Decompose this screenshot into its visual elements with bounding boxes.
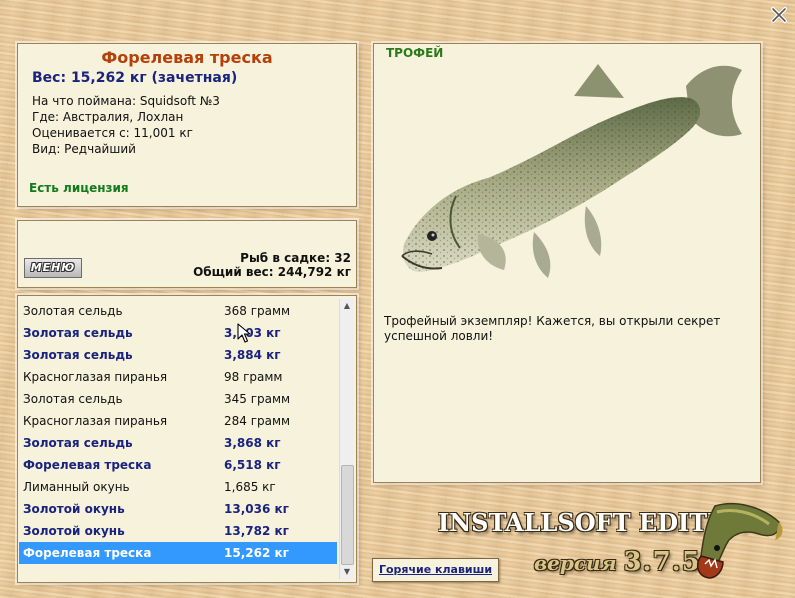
- total-weight: Общий вес: 244,792 кг: [193, 265, 351, 279]
- list-item[interactable]: Форелевая треска 6,518 кг: [19, 454, 337, 476]
- list-item-weight: 368 грамм: [224, 304, 291, 318]
- list-item-name: Золотой окунь: [23, 524, 125, 538]
- catch-list: Золотая сельдь 368 грамм Золотая сельдь 3,…: [19, 300, 337, 564]
- list-item[interactable]: Красноглазая пиранья 284 грамм: [19, 410, 337, 432]
- list-item[interactable]: Золотая сельдь 3,884 кг: [19, 344, 337, 366]
- caught-on-text: На что поймана: Squidsoft №3: [32, 94, 220, 108]
- close-icon: [771, 7, 787, 23]
- list-item-weight: 1,685 кг: [224, 480, 276, 494]
- list-item[interactable]: Золотая сельдь 345 грамм: [19, 388, 337, 410]
- list-item-name: Золотая сельдь: [23, 348, 133, 362]
- list-item-name: Лиманный окунь: [23, 480, 130, 494]
- list-item[interactable]: Золотой окунь 13,782 кг: [19, 520, 337, 542]
- menu-button[interactable]: МЕНЮ: [24, 258, 82, 278]
- list-item-weight: 15,262 кг: [224, 546, 289, 560]
- list-item-weight: 6,518 кг: [224, 458, 281, 472]
- list-item-weight: 98 грамм: [224, 370, 283, 384]
- list-item-weight: 13,782 кг: [224, 524, 289, 538]
- list-item-name: Золотая сельдь: [23, 304, 123, 318]
- version-label: версия 3.7.5: [534, 547, 701, 577]
- list-item[interactable]: Золотая сельдь 3,603 кг: [19, 322, 337, 344]
- scroll-down-arrow-icon[interactable]: ▼: [340, 565, 354, 579]
- list-item-selected[interactable]: Форелевая треска 15,262 кг: [19, 542, 337, 564]
- list-item[interactable]: Золотой окунь 13,036 кг: [19, 498, 337, 520]
- fish-name: Форелевая треска: [101, 48, 273, 67]
- list-item-weight: 284 грамм: [224, 414, 291, 428]
- fish-info-panel: Форелевая треска Вес: 15,262 кг (зачетна…: [17, 43, 357, 207]
- list-item-name: Форелевая треска: [23, 546, 152, 560]
- list-item-name: Красноглазая пиранья: [23, 414, 168, 428]
- hotkeys-button[interactable]: Горячие клавиши: [372, 558, 499, 582]
- scroll-up-arrow-icon[interactable]: ▲: [340, 299, 354, 313]
- trophy-panel: ТРОФЕЙ Трофейный экземпляр! Кажется, вы …: [373, 43, 761, 483]
- trophy-fish-image: [401, 64, 742, 278]
- cage-stats-panel: МЕНЮ Рыб в садке: 32 Общий вес: 244,792 …: [17, 220, 357, 288]
- list-item-name: Золотая сельдь: [23, 392, 123, 406]
- version-number: 3.7.5: [623, 547, 701, 577]
- version-word: версия: [534, 551, 617, 575]
- list-item[interactable]: Лиманный окунь 1,685 кг: [19, 476, 337, 498]
- list-item[interactable]: Золотая сельдь 3,868 кг: [19, 432, 337, 454]
- list-item-name: Красноглазая пиранья: [23, 370, 168, 384]
- valued-from-text: Оценивается с: 11,001 кг: [32, 126, 193, 140]
- rarity-text: Вид: Редчайший: [32, 142, 136, 156]
- fish-weight: Вес: 15,262 кг (зачетная): [32, 70, 238, 86]
- list-item-name: Золотая сельдь: [23, 326, 133, 340]
- list-item[interactable]: Красноглазая пиранья 98 грамм: [19, 366, 337, 388]
- license-status: Есть лицензия: [29, 181, 129, 195]
- pike-logo-icon: [696, 503, 783, 579]
- list-item-weight: 345 грамм: [224, 392, 291, 406]
- trophy-description: Трофейный экземпляр! Кажется, вы открыли…: [384, 314, 721, 343]
- list-scrollbar[interactable]: ▲ ▼: [339, 299, 354, 579]
- list-item-weight: 3,868 кг: [224, 436, 281, 450]
- list-item-name: Золотая сельдь: [23, 436, 133, 450]
- close-button[interactable]: [770, 6, 788, 24]
- list-item-name: Золотой окунь: [23, 502, 125, 516]
- list-item-weight: 3,884 кг: [224, 348, 281, 362]
- list-item-name: Форелевая треска: [23, 458, 152, 472]
- scroll-thumb[interactable]: [341, 465, 354, 565]
- location-text: Где: Австралия, Лохлан: [32, 110, 184, 124]
- fish-count: Рыб в садке: 32: [240, 251, 351, 265]
- list-item[interactable]: Золотая сельдь 368 грамм: [19, 300, 337, 322]
- list-item-weight: 13,036 кг: [224, 502, 289, 516]
- catch-list-panel: Золотая сельдь 368 грамм Золотая сельдь 3,…: [17, 295, 357, 583]
- mouse-cursor-icon: [237, 323, 251, 343]
